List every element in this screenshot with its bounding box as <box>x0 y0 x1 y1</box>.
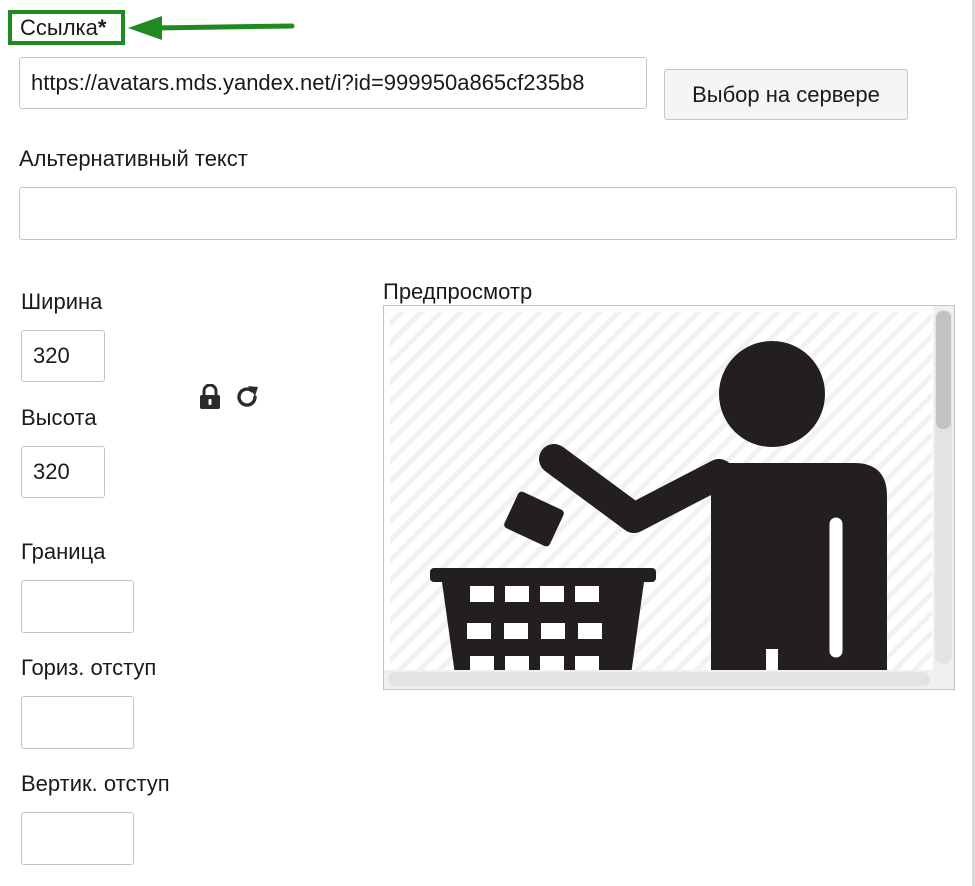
hspace-input[interactable] <box>21 696 134 749</box>
width-label: Ширина <box>21 289 103 314</box>
url-input-value: https://avatars.mds.yandex.net/i?id=9999… <box>31 70 585 95</box>
preview-box <box>383 305 955 690</box>
url-label: Ссылка <box>20 14 98 40</box>
vspace-label: Вертик. отступ <box>21 771 170 796</box>
annotation-arrow-icon <box>128 16 295 40</box>
url-input[interactable]: https://avatars.mds.yandex.net/i?id=9999… <box>19 57 647 109</box>
alt-text-input[interactable] <box>19 187 957 240</box>
browse-server-label: Выбор на сервере <box>692 81 880 107</box>
border-label: Граница <box>21 539 106 564</box>
required-mark: * <box>97 14 107 40</box>
browse-server-button[interactable]: Выбор на сервере <box>664 69 908 120</box>
preview-vertical-scroll-thumb <box>936 311 951 429</box>
person-throwing-trash-in-bin-icon <box>384 306 954 689</box>
border-input[interactable] <box>21 580 134 633</box>
width-input[interactable] <box>21 330 105 382</box>
hspace-label: Гориз. отступ <box>21 655 157 680</box>
refresh-icon[interactable] <box>234 384 260 410</box>
preview-horizontal-scroll-track <box>388 672 930 686</box>
url-label-highlight: Ссылка * <box>8 10 125 45</box>
lock-icon[interactable] <box>198 384 222 410</box>
height-input[interactable] <box>21 446 105 498</box>
vspace-input[interactable] <box>21 812 134 865</box>
preview-label: Предпросмотр <box>383 279 533 304</box>
alt-text-label: Альтернативный текст <box>19 146 248 171</box>
height-label: Высота <box>21 405 97 430</box>
